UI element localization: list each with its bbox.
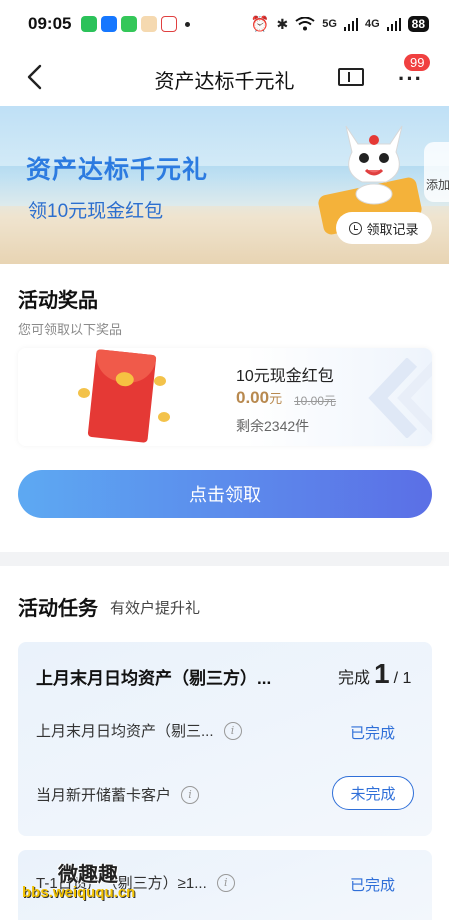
bank-app-icon [161, 16, 178, 32]
history-clock-icon [349, 221, 363, 235]
task-section-title: 活动任务 [18, 598, 98, 620]
prize-section-title: 活动奖品 [18, 290, 98, 312]
info-icon[interactable]: i [223, 721, 242, 740]
system-status: ⏰ ✱ 5G 4G 88 [251, 15, 429, 33]
ticket-icon[interactable] [338, 68, 364, 86]
battery-level: 88 [407, 16, 429, 32]
banner-subline: 领10元现金红包 [28, 201, 164, 222]
prize-section-subtitle: 您可领取以下奖品 [18, 322, 123, 337]
prize-section: 活动奖品 您可领取以下奖品 10元现金红包 0.00元 10.00元 剩余234… [0, 264, 449, 552]
prize-name: 10元现金红包 [236, 368, 334, 385]
notification-icons [81, 16, 191, 32]
coin-icon [154, 376, 166, 386]
wifi-icon [295, 17, 315, 31]
prize-price-value: 0.00 [236, 388, 270, 407]
watermark-url: bbs.weiququ.cn [22, 884, 136, 901]
alarm-icon: ⏰ [250, 16, 270, 33]
coin-icon [158, 412, 170, 422]
task-group-card: 上月末月日均资产（剔三方）... 完成 1 / 1 上月末月日均资产（剔三...… [18, 642, 432, 836]
status-time: 09:05 [28, 14, 72, 33]
signal-5g-label: 5G [322, 18, 337, 30]
promo-banner: 资产达标千元礼 领10元现金红包 添加 领取记录 [0, 106, 449, 264]
page-title: 资产达标千元礼 [154, 71, 295, 93]
info-icon[interactable]: i [216, 873, 235, 892]
nav-bar: 资产达标千元礼 ··· 99 [0, 48, 449, 106]
task-item-label: 上月末月日均资产（剔三... [36, 723, 214, 740]
task-section-subtitle: 有效户提升礼 [110, 600, 201, 617]
task-progress-total: / 1 [393, 670, 412, 687]
alipay-icon [101, 16, 118, 32]
task-progress-done: 1 [374, 658, 390, 689]
signal-4g-label: 4G [364, 18, 380, 30]
task-item: 当月新开储蓄卡客户 i [36, 784, 200, 805]
wechat-icon [81, 16, 98, 32]
task-status-done: 已完成 [350, 725, 396, 742]
notification-badge: 99 [404, 54, 431, 71]
task-status-done: 已完成 [350, 877, 396, 894]
task-progress: 完成 1 / 1 [338, 658, 411, 690]
task-item-label: 当月新开储蓄卡客户 [36, 787, 172, 804]
cat-app-icon [141, 16, 158, 32]
bluetooth-icon: ✱ [276, 15, 289, 32]
coin-icon [78, 388, 90, 398]
claim-record-label: 领取记录 [366, 221, 419, 237]
prize-card[interactable]: 10元现金红包 0.00元 10.00元 剩余2342件 [18, 348, 432, 446]
banner-headline: 资产达标千元礼 [26, 156, 209, 184]
task-status-button[interactable]: 未完成 [332, 776, 414, 810]
red-envelope-icon [87, 349, 157, 443]
watermark: 微趣趣 bbs.weiququ.cn [22, 858, 202, 908]
task-group-title: 上月末月日均资产（剔三方）... [36, 669, 272, 688]
more-notifications-icon [185, 21, 191, 27]
claim-record-button[interactable]: 领取记录 [336, 212, 432, 244]
task-progress-prefix: 完成 [338, 670, 371, 687]
prize-remaining: 剩余2342件 [236, 418, 310, 434]
prize-price-unit: 元 [269, 391, 283, 406]
claim-button[interactable]: 点击领取 [18, 470, 432, 518]
signal-bars-icon [343, 17, 358, 31]
info-icon[interactable]: i [181, 785, 200, 804]
watermark-title: 微趣趣 [58, 864, 118, 886]
signal-bars-icon-2 [386, 17, 401, 31]
chevron-decoration-icon [368, 358, 432, 438]
add-widget-tab[interactable]: 添加 [424, 142, 449, 202]
task-item: 上月末月日均资产（剔三... i [36, 720, 242, 741]
mascot-cat-icon [345, 125, 403, 205]
prize-original-price: 10.00元 [294, 394, 337, 408]
status-bar: 09:05 ⏰ ✱ 5G 4G 88 [0, 0, 449, 48]
message-icon [121, 16, 138, 32]
prize-price: 0.00元 [236, 388, 282, 408]
